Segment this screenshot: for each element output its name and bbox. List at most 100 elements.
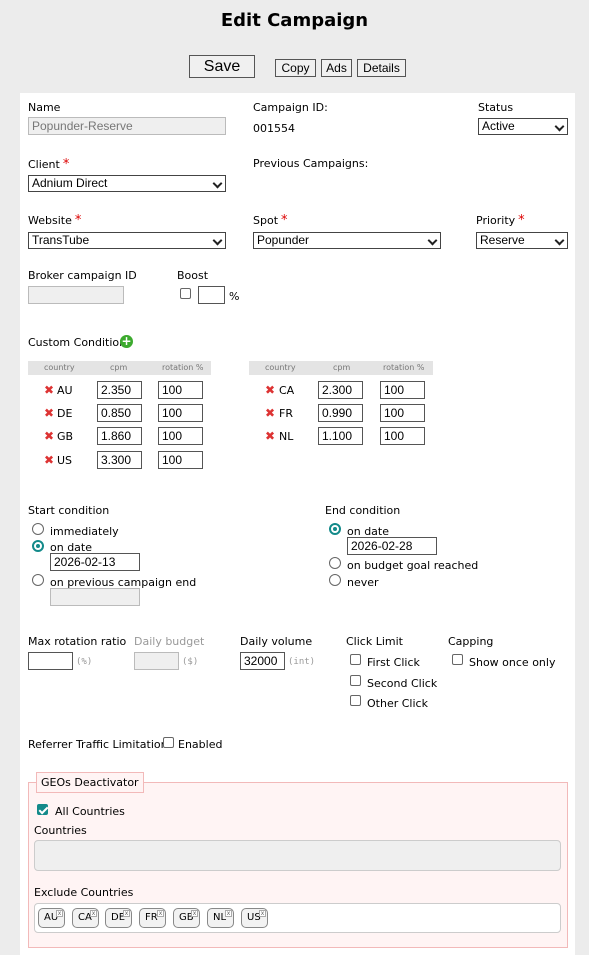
- condition-cpm-input[interactable]: 0.990: [318, 404, 363, 422]
- other-click-checkbox[interactable]: [350, 695, 361, 706]
- referrer-label: Referrer Traffic Limitation:: [28, 738, 172, 751]
- broker-campaign-id-field[interactable]: [28, 286, 124, 304]
- previous-campaign-field[interactable]: [50, 588, 140, 606]
- remove-icon[interactable]: ✖: [265, 406, 275, 420]
- condition-cpm-input[interactable]: 1.100: [318, 427, 363, 445]
- col-cpm: cpm: [333, 363, 351, 372]
- referrer-enabled-label: Enabled: [178, 738, 223, 751]
- condition-rotation-input[interactable]: 100: [158, 404, 203, 422]
- remove-tag-icon[interactable]: x: [157, 910, 164, 917]
- remove-icon[interactable]: ✖: [265, 429, 275, 443]
- click-limit-label: Click Limit: [346, 635, 403, 648]
- chevron-down-icon: [427, 235, 438, 246]
- condition-rotation-input[interactable]: 100: [380, 427, 425, 445]
- condition-cpm-input[interactable]: 2.350: [97, 381, 142, 399]
- save-button[interactable]: Save: [189, 55, 255, 78]
- boost-checkbox[interactable]: [180, 288, 191, 299]
- copy-button[interactable]: Copy: [275, 59, 316, 77]
- remove-tag-icon[interactable]: x: [123, 910, 130, 917]
- required-mark: *: [74, 213, 82, 228]
- condition-country: NL: [279, 430, 294, 443]
- daily-volume-field[interactable]: 32000: [240, 652, 285, 670]
- country-tag-au[interactable]: AU x: [38, 908, 65, 928]
- show-once-label: Show once only: [469, 656, 556, 669]
- countries-field[interactable]: [34, 840, 561, 871]
- condition-country: AU: [57, 384, 73, 397]
- country-tag-nl[interactable]: NL x: [207, 908, 234, 928]
- condition-rotation-input[interactable]: 100: [158, 381, 203, 399]
- remove-tag-icon[interactable]: x: [90, 910, 97, 917]
- boost-field[interactable]: [198, 286, 225, 304]
- country-tag-fr[interactable]: FR x: [139, 908, 166, 928]
- client-value: Adnium Direct: [32, 176, 108, 190]
- condition-rotation-input[interactable]: 100: [380, 404, 425, 422]
- exclude-countries-field[interactable]: AU x CA x DE x FR x GB x NL x US x: [34, 903, 561, 933]
- name-field[interactable]: Popunder-Reserve: [28, 117, 226, 135]
- end-budget-radio[interactable]: [329, 557, 341, 569]
- priority-select[interactable]: Reserve: [476, 232, 568, 249]
- start-date-field[interactable]: 2026-02-13: [50, 553, 140, 571]
- remove-icon[interactable]: ✖: [265, 383, 275, 397]
- custom-conditions-label: Custom Conditions: [28, 336, 132, 349]
- remove-tag-icon[interactable]: x: [225, 910, 232, 917]
- remove-icon[interactable]: ✖: [44, 383, 54, 397]
- condition-cpm-input[interactable]: 0.850: [97, 404, 142, 422]
- country-tag-de[interactable]: DE x: [105, 908, 132, 928]
- show-once-checkbox[interactable]: [452, 654, 463, 665]
- start-on-date-radio[interactable]: [32, 540, 44, 552]
- referrer-enabled-checkbox[interactable]: [163, 737, 174, 748]
- boost-percent-label: %: [229, 290, 240, 303]
- exclude-countries-label: Exclude Countries: [34, 886, 134, 899]
- country-tag-gb[interactable]: GB x: [173, 908, 200, 928]
- col-country: country: [265, 363, 296, 372]
- col-rotation: rotation %: [383, 363, 425, 372]
- add-condition-icon[interactable]: +: [120, 335, 133, 348]
- daily-volume-label: Daily volume: [240, 635, 313, 648]
- name-label: Name: [28, 101, 61, 114]
- status-select[interactable]: Active: [478, 118, 568, 135]
- broker-campaign-id-label: Broker campaign ID: [28, 269, 137, 282]
- conditions-header-right: country cpm rotation %: [249, 361, 433, 375]
- chevron-down-icon: [212, 178, 223, 189]
- end-never-radio[interactable]: [329, 574, 341, 586]
- start-previous-end-radio[interactable]: [32, 574, 44, 586]
- country-tag-us[interactable]: US x: [241, 908, 268, 928]
- start-immediately-radio[interactable]: [32, 523, 44, 535]
- spot-select[interactable]: Popunder: [253, 232, 441, 249]
- remove-icon[interactable]: ✖: [44, 406, 54, 420]
- condition-country: DE: [57, 407, 73, 420]
- condition-cpm-input[interactable]: 2.300: [318, 381, 363, 399]
- condition-rotation-input[interactable]: 100: [158, 451, 203, 469]
- website-label-text: Website: [28, 214, 72, 227]
- remove-icon[interactable]: ✖: [44, 429, 54, 443]
- start-condition-label: Start condition: [28, 504, 110, 517]
- priority-label: Priority *: [476, 213, 525, 228]
- remove-tag-icon[interactable]: x: [191, 910, 198, 917]
- end-date-field[interactable]: 2026-02-28: [347, 537, 437, 555]
- client-select[interactable]: Adnium Direct: [28, 175, 226, 192]
- condition-cpm-input[interactable]: 1.860: [97, 427, 142, 445]
- country-tag-ca[interactable]: CA x: [72, 908, 99, 928]
- remove-tag-icon[interactable]: x: [56, 910, 63, 917]
- second-click-checkbox[interactable]: [350, 675, 361, 686]
- end-never-label: never: [347, 576, 379, 589]
- condition-rotation-input[interactable]: 100: [158, 427, 203, 445]
- countries-label: Countries: [34, 824, 87, 837]
- condition-cpm-input[interactable]: 3.300: [97, 451, 142, 469]
- daily-budget-field[interactable]: [134, 652, 179, 670]
- ads-button[interactable]: Ads: [321, 59, 352, 77]
- all-countries-checkbox[interactable]: [37, 804, 48, 815]
- status-value: Active: [482, 119, 515, 133]
- priority-value: Reserve: [480, 233, 525, 247]
- first-click-checkbox[interactable]: [350, 654, 361, 665]
- max-rotation-label: Max rotation ratio: [28, 635, 127, 648]
- max-rotation-field[interactable]: [28, 652, 73, 670]
- condition-rotation-input[interactable]: 100: [380, 381, 425, 399]
- website-select[interactable]: TransTube: [28, 232, 226, 249]
- client-label-text: Client: [28, 158, 60, 171]
- end-on-date-radio[interactable]: [329, 523, 341, 535]
- remove-tag-icon[interactable]: x: [259, 910, 266, 917]
- unit-int: (int): [288, 657, 316, 667]
- remove-icon[interactable]: ✖: [44, 453, 54, 467]
- details-button[interactable]: Details: [357, 59, 406, 77]
